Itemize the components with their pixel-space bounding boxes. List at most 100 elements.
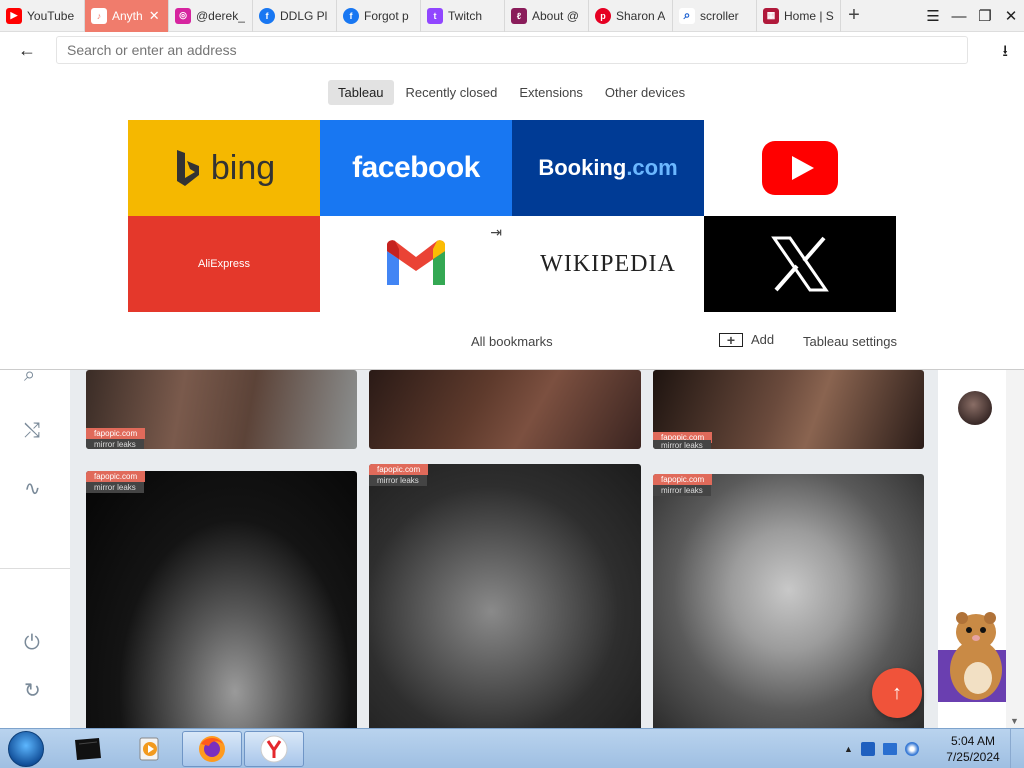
- power-icon[interactable]: ⏻: [24, 632, 40, 655]
- minimize-button[interactable]: —: [946, 0, 972, 32]
- tile-x[interactable]: [704, 216, 896, 312]
- tab-extensions[interactable]: Extensions: [509, 80, 593, 105]
- scroll-to-top-button[interactable]: ↑: [872, 668, 922, 718]
- site-badge: fapopic.com: [86, 428, 146, 439]
- media-player-icon: [139, 737, 159, 761]
- tab-tableau[interactable]: Tableau: [328, 80, 394, 105]
- tab-pinterest[interactable]: p Sharon A: [589, 0, 673, 32]
- tab-label: Sharon A: [616, 8, 666, 23]
- tray-expand-icon[interactable]: ▲: [844, 744, 853, 754]
- taskbar-app-yandex[interactable]: [244, 731, 304, 767]
- shuffle-icon[interactable]: ⤭: [24, 420, 40, 443]
- add-label: Add: [751, 332, 775, 347]
- tab-scroller[interactable]: ⌕ scroller: [673, 0, 757, 32]
- tab-label: Twitch: [448, 8, 483, 23]
- taskbar-app-firefox[interactable]: [182, 731, 242, 767]
- refresh-icon[interactable]: ↻: [24, 678, 41, 703]
- network-icon[interactable]: [882, 743, 897, 755]
- tab-strip: ▶ YouTube ♪ Anyth ✕ ◎ @derek_ f DDLG Pl …: [0, 0, 1024, 32]
- tab-home[interactable]: ▦ Home | S: [757, 0, 841, 32]
- nav-divider: [0, 568, 70, 569]
- gallery-card[interactable]: [369, 370, 641, 449]
- tab-other-devices[interactable]: Other devices: [595, 80, 695, 105]
- tile-gmail[interactable]: ⇥: [320, 216, 512, 312]
- window-controls: ☰ — ❐ ✕: [920, 0, 1024, 32]
- restore-button[interactable]: ❐: [972, 0, 998, 32]
- tab-label: Home | S: [784, 8, 834, 23]
- tab-instagram[interactable]: ◎ @derek_: [169, 0, 253, 32]
- menu-icon[interactable]: ☰: [920, 0, 946, 32]
- aliexpress-wordmark: AliExpress: [198, 258, 250, 270]
- all-bookmarks-link[interactable]: All bookmarks: [471, 334, 553, 349]
- volume-icon[interactable]: [904, 742, 919, 756]
- show-desktop-button[interactable]: [1010, 729, 1024, 768]
- app-icon: ℓ: [511, 7, 527, 24]
- tableau-settings-link[interactable]: Tableau settings: [803, 334, 897, 349]
- tab-anything[interactable]: ♪ Anyth ✕: [85, 0, 169, 32]
- tile-booking[interactable]: Booking .com: [512, 120, 704, 216]
- tab-about[interactable]: ℓ About @: [505, 0, 589, 32]
- tableau-grid: bing facebook Booking .com AliExpress ⇥ …: [128, 120, 896, 312]
- tab-twitch[interactable]: t Twitch: [421, 0, 505, 32]
- back-arrow-icon[interactable]: ←: [18, 40, 36, 61]
- address-row: ← ⭳: [0, 32, 1024, 68]
- tab-facebook-forgot[interactable]: f Forgot p: [337, 0, 421, 32]
- gallery-card[interactable]: fapopic.com mirror leaks: [653, 370, 924, 449]
- gallery-card[interactable]: fapopic.com mirror leaks: [369, 464, 641, 728]
- tab-label: About @: [532, 8, 579, 23]
- search-icon: ⌕: [679, 7, 695, 24]
- youtube-logo-icon: [762, 141, 838, 195]
- tab-label: DDLG Pl: [280, 8, 328, 23]
- start-button[interactable]: [8, 731, 44, 767]
- tile-wikipedia[interactable]: WIKIPEDIA: [512, 216, 704, 312]
- close-tab-icon[interactable]: ✕: [149, 8, 160, 24]
- site-badge: fapopic.com: [653, 474, 713, 485]
- tableau-panel: Tableau Recently closed Extensions Other…: [0, 68, 1024, 370]
- booking-wordmark: Booking: [538, 155, 627, 180]
- activity-icon[interactable]: ∿: [24, 476, 41, 501]
- scroll-down-arrow-icon[interactable]: ▼: [1010, 716, 1019, 726]
- gallery-card[interactable]: fapopic.com mirror leaks: [86, 370, 357, 449]
- clock[interactable]: 5:04 AM 7/25/2024: [940, 733, 1006, 765]
- yandex-browser-icon: [260, 735, 288, 763]
- taskbar-app-media[interactable]: [120, 731, 180, 767]
- music-icon: ♪: [91, 7, 107, 24]
- tile-facebook[interactable]: facebook: [320, 120, 512, 216]
- sign-in-icon[interactable]: ⇥: [490, 224, 502, 241]
- hamster-sticker-icon: [938, 612, 1006, 702]
- facebook-wordmark: facebook: [352, 151, 480, 184]
- clock-date: 7/25/2024: [946, 750, 1000, 764]
- facebook-icon: f: [343, 7, 359, 24]
- left-nav: ⌕ ⤭ ∿ ⏻ ↻: [0, 370, 70, 728]
- tab-facebook-ddlg[interactable]: f DDLG Pl: [253, 0, 337, 32]
- tab-label: scroller: [700, 8, 739, 23]
- firefox-icon: [199, 736, 225, 762]
- tab-recently-closed[interactable]: Recently closed: [396, 80, 508, 105]
- system-tray: ▲: [844, 729, 919, 768]
- bing-logo-icon: [176, 150, 199, 186]
- mirror-badge: mirror leaks: [653, 440, 711, 449]
- taskbar-app-explorer[interactable]: [58, 731, 118, 767]
- new-tab-button[interactable]: +: [841, 0, 867, 32]
- tab-label: YouTube: [27, 8, 75, 23]
- booking-dotcom: .com: [626, 155, 678, 180]
- bing-wordmark: bing: [210, 148, 276, 187]
- close-window-button[interactable]: ✕: [998, 0, 1024, 32]
- tile-youtube[interactable]: [704, 120, 896, 216]
- twitch-icon: t: [427, 7, 443, 24]
- instagram-icon: ◎: [175, 7, 191, 24]
- gallery-card[interactable]: fapopic.com mirror leaks: [86, 471, 357, 728]
- tray-app-icon[interactable]: [860, 742, 875, 756]
- download-icon[interactable]: ⭳: [1002, 40, 1008, 67]
- scrollbar[interactable]: [1006, 370, 1024, 728]
- tab-youtube[interactable]: ▶ YouTube: [0, 0, 85, 32]
- tile-bing[interactable]: bing: [128, 120, 320, 216]
- avatar[interactable]: [958, 391, 992, 425]
- tile-aliexpress[interactable]: AliExpress: [128, 216, 320, 312]
- tile-icon: ▦: [763, 7, 779, 24]
- mirror-badge: mirror leaks: [86, 439, 144, 449]
- add-bookmark-button[interactable]: + Add: [719, 332, 774, 347]
- address-input[interactable]: [56, 36, 968, 64]
- search-icon[interactable]: ⌕: [24, 370, 35, 387]
- mirror-badge: mirror leaks: [86, 482, 144, 493]
